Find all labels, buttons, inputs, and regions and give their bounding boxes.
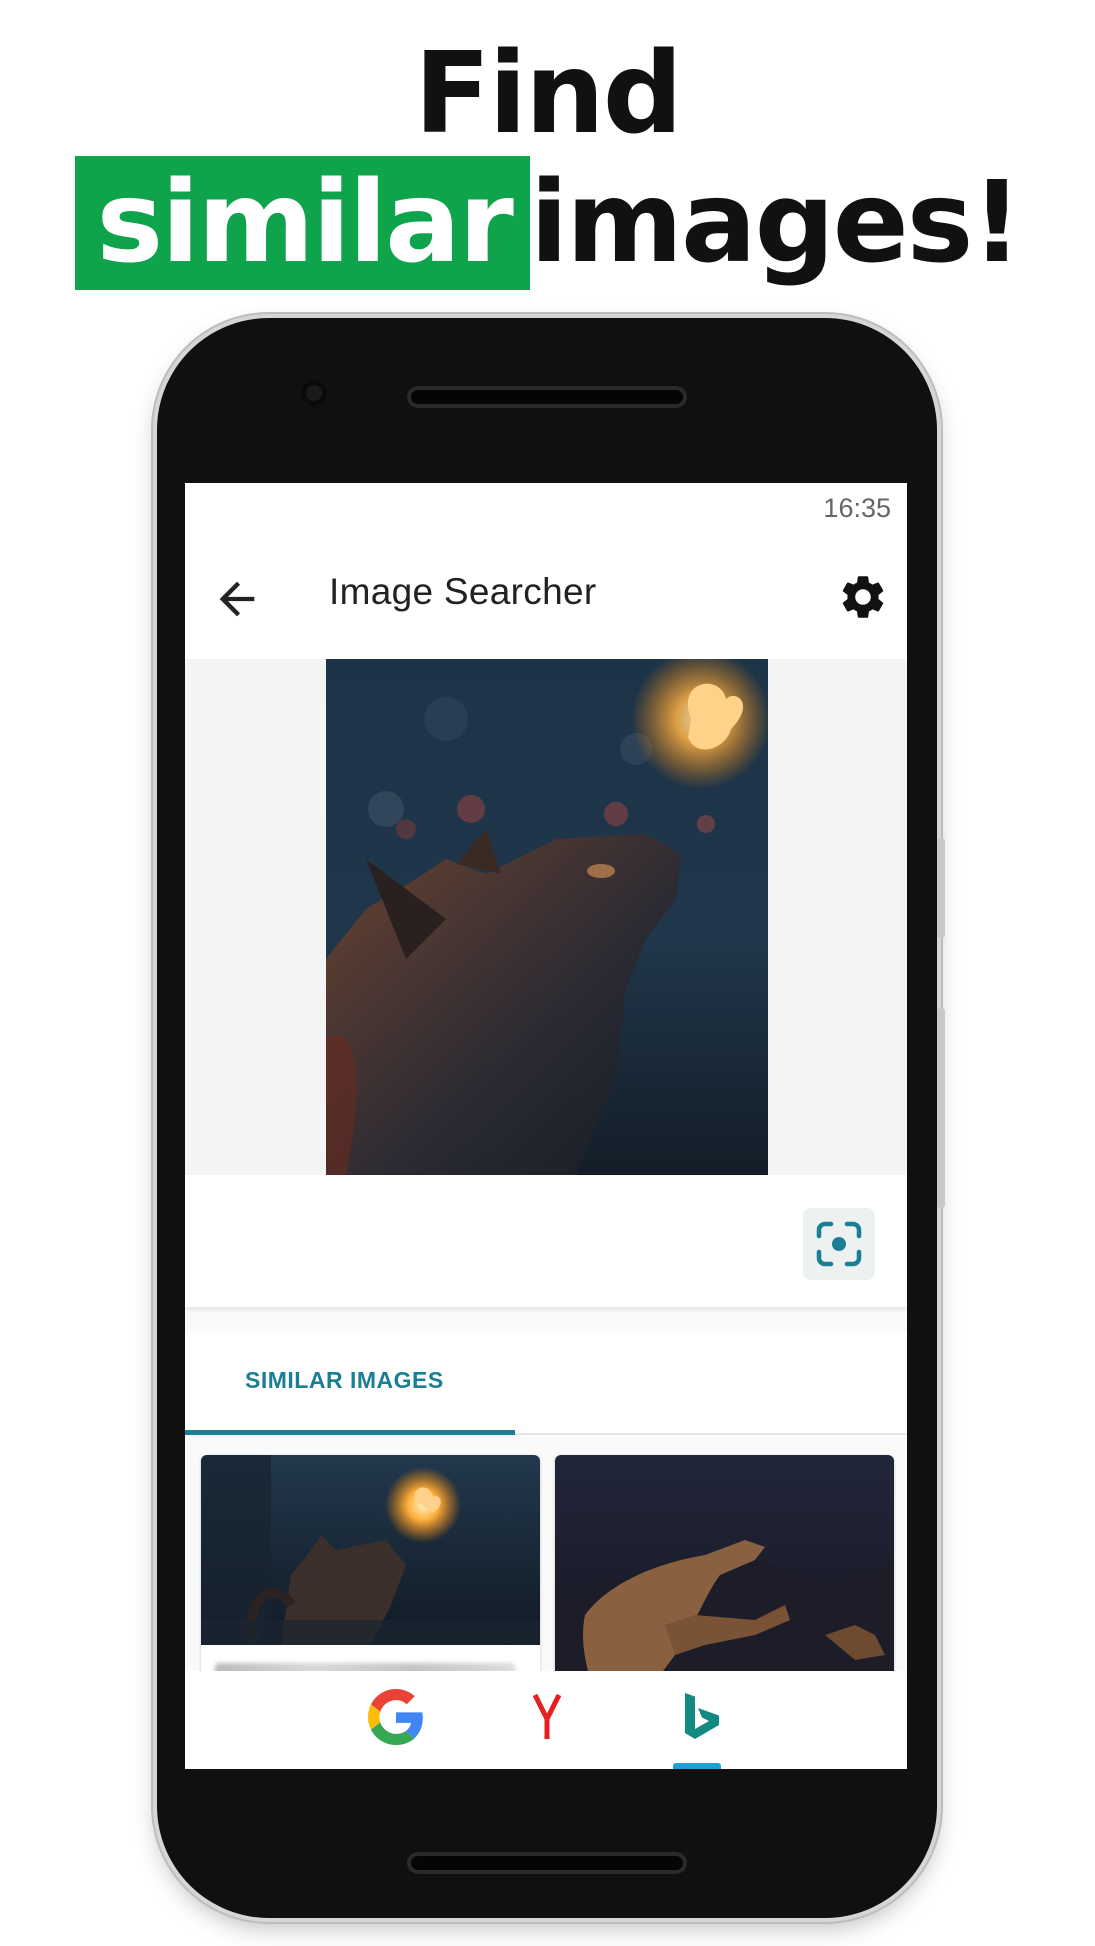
bottom-speaker (407, 1852, 687, 1874)
bing-b-icon (685, 1693, 719, 1739)
arrow-left-icon (219, 581, 255, 617)
page-title: Image Searcher (329, 571, 597, 612)
phone-frame: 16:35 Image Searcher SIMILAR IMAGES (157, 318, 945, 1918)
action-card (185, 1175, 907, 1307)
search-engine-nav: Google Yandex Bing (185, 1671, 907, 1769)
promo-line-1: Find (414, 29, 683, 159)
result-thumbnail (555, 1455, 894, 1695)
result-thumbnail (201, 1455, 540, 1645)
engine-bing[interactable]: Bing (673, 1689, 729, 1745)
phone-volume-button (937, 1008, 945, 1208)
selected-engine-indicator (673, 1763, 721, 1769)
back-button[interactable] (211, 573, 263, 625)
cat-butterfly-illustration (326, 659, 768, 1175)
status-time: 16:35 (823, 493, 891, 523)
engine-yandex[interactable]: Yandex (519, 1689, 575, 1745)
settings-button[interactable] (837, 571, 889, 623)
promo-headline: Find similar images! (0, 28, 1095, 290)
lens-search-button[interactable] (803, 1208, 875, 1280)
gear-icon (842, 576, 884, 618)
promo-rest: images! (529, 158, 1023, 288)
phone-side-button (937, 838, 945, 938)
result-card[interactable] (555, 1455, 894, 1695)
tab-similar-images[interactable]: SIMILAR IMAGES (185, 1333, 515, 1435)
tab-similar-images-label: SIMILAR IMAGES (245, 1367, 444, 1393)
results-tabs: SIMILAR IMAGES (185, 1333, 907, 1435)
result-card[interactable] (201, 1455, 540, 1695)
yandex-y-icon (532, 1693, 562, 1739)
status-bar: 16:35 (185, 483, 907, 533)
app-bar: Image Searcher (185, 533, 907, 659)
query-image[interactable] (326, 659, 768, 1175)
app-screen: 16:35 Image Searcher SIMILAR IMAGES (185, 483, 907, 1769)
promo-line-2: similar images! (0, 156, 1095, 290)
engine-google[interactable]: Google (368, 1689, 424, 1745)
front-camera (301, 380, 327, 406)
top-speaker (407, 386, 687, 408)
promo-highlight: similar (74, 156, 530, 290)
google-g-icon (368, 1689, 423, 1745)
focus-scan-icon (816, 1221, 862, 1267)
query-image-area (185, 659, 907, 1175)
